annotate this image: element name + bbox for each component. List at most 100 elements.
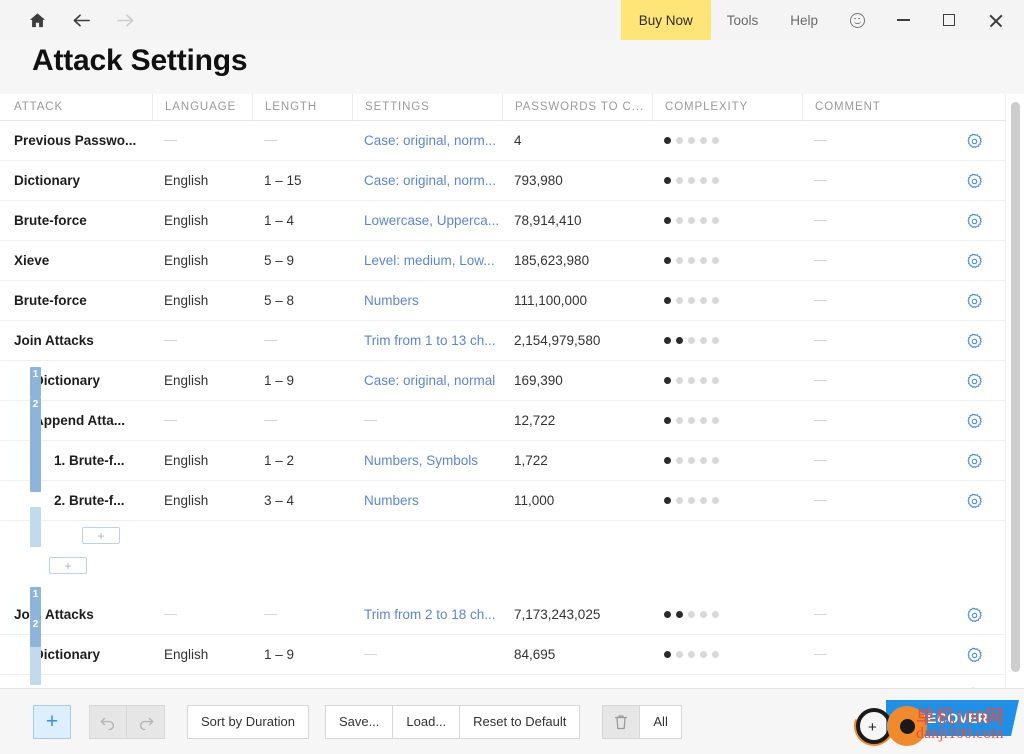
gear-icon[interactable] (961, 675, 987, 688)
table-row[interactable]: Join Attacks Trim from 1 to 13 ch... 2,154… (0, 321, 1005, 361)
tools-menu[interactable]: Tools (711, 0, 775, 40)
table-row[interactable]: Brute-force English 5 – 8 Numbers 111,100,00… (0, 281, 1005, 321)
gear-icon[interactable] (961, 201, 987, 241)
complexity-dot (688, 297, 695, 304)
cell-language: English (164, 253, 209, 268)
cell-length (252, 321, 352, 361)
vertical-scrollbar[interactable] (1005, 94, 1024, 688)
column-header-length[interactable]: LENGTH (252, 93, 352, 121)
attack-list[interactable]: Previous Passwo... Case: original, norm..… (0, 121, 1005, 688)
redo-icon[interactable] (127, 704, 165, 739)
undo-redo-group (89, 704, 165, 739)
cell-passwords: 1,722 (514, 453, 548, 468)
table-row[interactable]: 2. Brute-f... English 3 – 4 Numbers 11,000 (0, 481, 1005, 521)
table-row[interactable]: Join Attacks Trim from 2 to 18 ch... 7,173… (0, 595, 1005, 635)
table-row[interactable]: 1. Brute-f... English 1 – 2 Numbers, Symbol… (0, 441, 1005, 481)
complexity-dot (688, 377, 695, 384)
trash-icon[interactable] (602, 704, 641, 739)
complexity-dot (664, 217, 671, 224)
cell-attack: 1. Brute-f... (54, 453, 125, 468)
gear-icon[interactable] (961, 361, 987, 401)
table-row[interactable]: Dictionary English 1 – 15 Case: original, n… (0, 161, 1005, 201)
column-header-language[interactable]: LANGUAGE (152, 93, 252, 121)
table-row[interactable]: Brute-force English 1 – 4 Lowercase, Upperc… (0, 201, 1005, 241)
cell-complexity (652, 281, 802, 321)
column-header-passwords[interactable]: PASSWORDS TO C... (502, 93, 652, 121)
cell-language: English (164, 453, 209, 468)
column-header-attack[interactable]: ATTACK (0, 94, 152, 121)
cell-complexity (652, 321, 802, 361)
table-row[interactable]: Previous Passwo... Case: original, norm..… (0, 121, 1005, 161)
save-button[interactable]: Save... (324, 704, 394, 739)
group-bar-1[interactable]: 1 (30, 367, 41, 397)
group-bar-2[interactable]: 2 (30, 617, 41, 647)
cell-passwords: 84,695 (502, 675, 652, 688)
gear-icon[interactable] (961, 441, 987, 481)
cell-comment (802, 241, 952, 281)
cell-length: 1 – 9 (264, 373, 295, 388)
gear-icon[interactable] (961, 595, 987, 635)
complexity-dot (688, 611, 695, 618)
recover-button[interactable]: RECOVER (886, 700, 1019, 736)
buy-now-button[interactable]: Buy Now (620, 0, 711, 40)
group-bar-tail[interactable] (30, 647, 41, 685)
load-button[interactable]: Load... (393, 704, 461, 739)
empty-dash (814, 139, 827, 142)
cell-settings: Trim from 2 to 18 ch... (364, 607, 496, 622)
table-row[interactable]: Append Atta... 12,722 (0, 401, 1005, 441)
gear-icon[interactable] (961, 481, 987, 521)
gear-icon[interactable] (961, 121, 987, 161)
column-header-comment[interactable]: COMMENT (802, 93, 1005, 121)
feedback-smiley-icon[interactable] (834, 0, 880, 40)
gear-icon[interactable] (961, 241, 987, 281)
home-icon[interactable] (22, 5, 52, 35)
complexity-dot (712, 651, 719, 658)
complexity-dot (700, 651, 707, 658)
add-attack-button[interactable]: + (33, 704, 71, 739)
cell-language: English (152, 675, 252, 688)
complexity-dot (664, 177, 671, 184)
cell-attack: Dictionary (0, 675, 152, 688)
cell-settings (352, 675, 502, 689)
empty-dash (814, 459, 827, 462)
cell-attack: Previous Passwo... (14, 133, 137, 148)
gear-icon[interactable] (961, 161, 987, 201)
table-row[interactable]: Xieve English 5 – 9 Level: medium, Low... 18… (0, 241, 1005, 281)
cell-attack: Dictionary (34, 373, 101, 388)
delete-all-button[interactable]: All (640, 704, 682, 739)
maximize-button[interactable] (926, 0, 972, 40)
empty-dash (814, 499, 827, 502)
cell-settings: Case: original, normal (364, 373, 496, 388)
complexity-dots (664, 417, 719, 424)
complexity-dot (700, 497, 707, 504)
gear-icon[interactable] (961, 321, 987, 361)
scrollbar-thumb[interactable] (1011, 102, 1020, 672)
gear-icon[interactable] (961, 635, 987, 675)
cell-passwords: 111,100,000 (514, 293, 588, 308)
column-header-complexity[interactable]: COMPLEXITY (652, 93, 802, 121)
table-row[interactable]: DictionaryEnglish1 – 984,695 (0, 675, 1005, 688)
add-subattack-button[interactable]: + (82, 527, 120, 544)
group-bar-tail[interactable] (30, 507, 41, 547)
reset-to-default-button[interactable]: Reset to Default (460, 704, 581, 739)
group-bar-1[interactable]: 1 (30, 587, 41, 617)
minimize-button[interactable] (880, 0, 926, 40)
help-menu[interactable]: Help (774, 0, 834, 40)
table-row[interactable]: DictionaryEnglish1 – 984,695 (0, 635, 1005, 675)
complexity-dot (688, 217, 695, 224)
cell-complexity (652, 441, 802, 481)
add-group-attack-button[interactable]: + (49, 557, 87, 574)
add-subattack-row: + (0, 521, 1005, 551)
gear-icon[interactable] (961, 401, 987, 441)
undo-icon[interactable] (89, 704, 127, 739)
group-bar-2[interactable]: 2 (30, 397, 41, 492)
gear-icon[interactable] (961, 281, 987, 321)
column-header-settings[interactable]: SETTINGS (352, 93, 502, 121)
close-button[interactable] (972, 0, 1018, 40)
back-arrow-icon[interactable] (66, 5, 96, 35)
complexity-dot (688, 497, 695, 504)
empty-dash (164, 613, 177, 616)
sort-by-duration-button[interactable]: Sort by Duration (187, 704, 309, 739)
table-row[interactable]: Dictionary English 1 – 9 Case: original, no… (0, 361, 1005, 401)
complexity-dot (676, 377, 683, 384)
